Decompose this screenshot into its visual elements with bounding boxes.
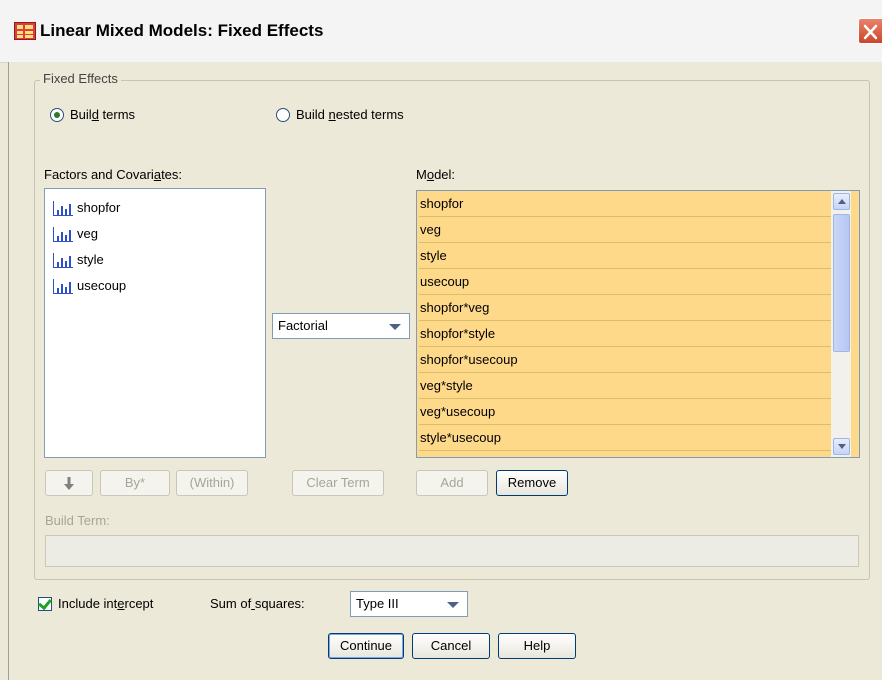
- spreadsheet-table-icon: [14, 22, 36, 40]
- add-button-label: Add: [440, 475, 464, 490]
- model-term-item[interactable]: shopfor*usecoup: [419, 347, 833, 373]
- model-list-scrollbar[interactable]: [831, 191, 851, 457]
- chevron-down-icon: [389, 324, 401, 330]
- cancel-button[interactable]: Cancel: [412, 633, 490, 659]
- factor-item-label: style: [77, 252, 104, 267]
- checkmark-icon: [38, 595, 52, 611]
- factor-item-label: usecoup: [77, 278, 127, 293]
- factor-item-label: shopfor: [77, 200, 121, 215]
- window-title: Linear Mixed Models: Fixed Effects: [40, 21, 324, 40]
- ordinal-measure-icon: [53, 253, 73, 268]
- model-term-item[interactable]: style*usecoup: [419, 425, 833, 451]
- chevron-down-icon: [447, 602, 459, 608]
- sum-of-squares-label: Sum of squares:: [210, 596, 305, 611]
- move-term-button[interactable]: [45, 470, 93, 496]
- close-button[interactable]: [858, 18, 882, 44]
- ordinal-measure-icon: [53, 279, 73, 294]
- term-type-dropdown[interactable]: Factorial: [272, 313, 410, 339]
- scroll-down-button[interactable]: [833, 438, 850, 455]
- model-term-item[interactable]: shopfor: [419, 191, 833, 217]
- factor-item-label: veg: [77, 226, 98, 241]
- build-term-label: Build Term:: [45, 513, 110, 528]
- cancel-label: Cancel: [430, 638, 472, 653]
- build-terms-label[interactable]: Build terms: [70, 106, 135, 124]
- model-list[interactable]: shopfor veg style usecoup shopfor*veg shopfor…: [416, 190, 860, 458]
- ordinal-measure-icon: [53, 227, 73, 242]
- sum-of-squares-dropdown[interactable]: Type III: [350, 591, 468, 617]
- model-term-item[interactable]: veg*usecoup: [419, 399, 833, 425]
- model-term-item[interactable]: shopfor*style: [419, 321, 833, 347]
- include-intercept-label[interactable]: Include intercept: [58, 595, 153, 613]
- term-type-value: Factorial: [278, 318, 328, 333]
- close-icon: [863, 24, 878, 40]
- by-button-label: By*: [124, 475, 146, 490]
- model-term-item[interactable]: shopfor*veg: [419, 295, 833, 321]
- model-label: Model:: [416, 167, 456, 182]
- arrow-down-icon: [64, 477, 74, 490]
- factors-covariates-label: Factors and Covariates:: [44, 167, 183, 182]
- build-nested-terms-label[interactable]: Build nested terms: [296, 106, 404, 124]
- scroll-thumb[interactable]: [833, 214, 850, 352]
- sum-of-squares-value: Type III: [356, 596, 399, 611]
- continue-label: Continue: [339, 638, 393, 653]
- remove-button[interactable]: Remove: [496, 470, 568, 496]
- clear-term-button[interactable]: Clear Term: [292, 470, 384, 496]
- by-button[interactable]: By*: [100, 470, 170, 496]
- model-term-item[interactable]: veg*style: [419, 373, 833, 399]
- build-nested-terms-radio[interactable]: [276, 108, 290, 122]
- help-label: Help: [523, 638, 551, 653]
- clear-term-label: Clear Term: [306, 475, 370, 490]
- within-button-label: (Within): [189, 475, 235, 490]
- fixed-effects-legend: Fixed Effects: [40, 70, 121, 88]
- within-button[interactable]: (Within): [176, 470, 248, 496]
- model-term-item[interactable]: usecoup: [419, 269, 833, 295]
- build-term-field[interactable]: [45, 535, 859, 567]
- build-terms-radio[interactable]: [50, 108, 64, 122]
- scroll-up-button[interactable]: [833, 193, 850, 210]
- ordinal-measure-icon: [53, 201, 73, 216]
- remove-button-label: Remove: [507, 475, 557, 490]
- model-term-item[interactable]: style: [419, 243, 833, 269]
- factors-covariates-list[interactable]: shopfor veg style usecoup: [44, 188, 266, 458]
- model-term-item[interactable]: veg: [419, 217, 833, 243]
- continue-button[interactable]: Continue: [328, 633, 404, 659]
- include-intercept-checkbox[interactable]: [38, 595, 52, 611]
- title-bar[interactable]: Linear Mixed Models: Fixed Effects: [0, 0, 882, 63]
- add-button[interactable]: Add: [416, 470, 488, 496]
- help-button[interactable]: Help: [498, 633, 576, 659]
